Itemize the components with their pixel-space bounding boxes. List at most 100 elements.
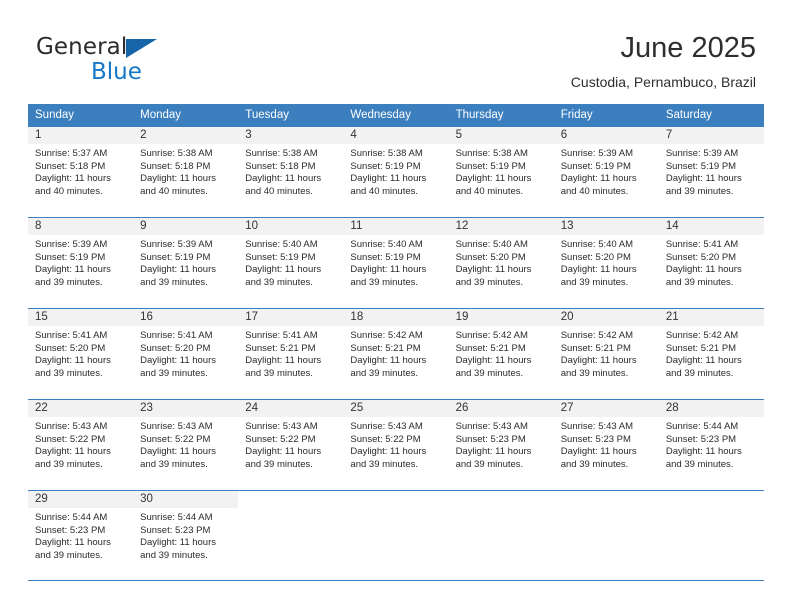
calendar-day-cell[interactable]: 1 Sunrise: 5:37 AM Sunset: 5:18 PM Daylight… — [28, 126, 134, 218]
day-sun-info: Sunrise: 5:42 AM Sunset: 5:21 PM Daylight:… — [659, 326, 764, 380]
day-cell-content: 1 Sunrise: 5:37 AM Sunset: 5:18 PM Daylight… — [28, 127, 134, 217]
sunrise-time: Sunrise: 5:39 AM — [140, 239, 213, 250]
calendar-day-cell[interactable]: 25 Sunrise: 5:43 AM Sunset: 5:22 PM Dayligh… — [343, 399, 449, 491]
sunset-time: Sunset: 5:19 PM — [560, 160, 631, 172]
calendar-day-cell[interactable]: 2 Sunrise: 5:38 AM Sunset: 5:18 PM Daylight… — [133, 126, 239, 218]
day-sun-info: Sunrise: 5:37 AM Sunset: 5:18 PM Daylight:… — [28, 144, 133, 198]
calendar-week-row: 15 Sunrise: 5:41 AM Sunset: 5:20 PM Dayligh… — [28, 308, 764, 400]
calendar-day-cell[interactable]: 9 Sunrise: 5:39 AM Sunset: 5:19 PM Daylight… — [133, 217, 239, 309]
calendar-day-cell[interactable]: 22 Sunrise: 5:43 AM Sunset: 5:22 PM Dayligh… — [28, 399, 134, 491]
day-cell-content: 4 Sunrise: 5:38 AM Sunset: 5:19 PM Daylight… — [343, 127, 449, 217]
sunset-time: Sunset: 5:23 PM — [455, 433, 526, 445]
day-sun-info: Sunrise: 5:44 AM Sunset: 5:23 PM Daylight:… — [659, 417, 764, 471]
day-number — [449, 491, 554, 508]
day-cell-content: 17 Sunrise: 5:41 AM Sunset: 5:21 PM Dayligh… — [238, 309, 344, 399]
day-sun-info: Sunrise: 5:44 AM Sunset: 5:23 PM Daylight:… — [133, 508, 238, 562]
calendar-day-cell[interactable]: 8 Sunrise: 5:39 AM Sunset: 5:19 PM Daylight… — [28, 217, 134, 309]
calendar-day-cell[interactable]: 6 Sunrise: 5:39 AM Sunset: 5:19 PM Daylight… — [553, 126, 659, 218]
calendar-day-cell[interactable]: 28 Sunrise: 5:44 AM Sunset: 5:23 PM Dayligh… — [658, 399, 764, 491]
day-cell-content: 8 Sunrise: 5:39 AM Sunset: 5:19 PM Daylight… — [28, 218, 134, 308]
calendar-day-cell[interactable]: 30 Sunrise: 5:44 AM Sunset: 5:23 PM Dayligh… — [133, 490, 239, 581]
daylight-duration-line1: Daylight: 11 hours — [245, 264, 322, 276]
daylight-duration-line2: and 39 minutes. — [350, 458, 419, 470]
sunrise-time: Sunrise: 5:43 AM — [560, 421, 634, 432]
day-cell-content: 26 Sunrise: 5:43 AM Sunset: 5:23 PM Dayligh… — [448, 400, 554, 490]
calendar-day-cell[interactable]: 29 Sunrise: 5:44 AM Sunset: 5:23 PM Dayligh… — [28, 490, 134, 581]
day-cell-content: 3 Sunrise: 5:38 AM Sunset: 5:18 PM Daylight… — [238, 127, 344, 217]
day-number: 23 — [133, 400, 239, 417]
sunrise-time: Sunrise: 5:42 AM — [665, 330, 739, 341]
calendar-day-cell[interactable]: 20 Sunrise: 5:42 AM Sunset: 5:21 PM Dayligh… — [553, 308, 659, 400]
sunrise-time: Sunrise: 5:44 AM — [665, 421, 739, 432]
day-number: 29 — [28, 491, 134, 508]
daylight-duration-line1: Daylight: 11 hours — [560, 355, 637, 367]
day-cell-content: 5 Sunrise: 5:38 AM Sunset: 5:19 PM Daylight… — [448, 127, 554, 217]
day-sun-info: Sunrise: 5:42 AM Sunset: 5:21 PM Daylight:… — [449, 326, 554, 380]
daylight-duration-line1: Daylight: 11 hours — [350, 446, 427, 458]
calendar-day-cell[interactable]: 11 Sunrise: 5:40 AM Sunset: 5:19 PM Dayligh… — [343, 217, 449, 309]
sunset-time: Sunset: 5:22 PM — [35, 433, 106, 445]
day-cell-content: 19 Sunrise: 5:42 AM Sunset: 5:21 PM Dayligh… — [448, 309, 554, 399]
day-cell-content — [554, 491, 659, 581]
calendar-day-cell[interactable]: 14 Sunrise: 5:41 AM Sunset: 5:20 PM Dayligh… — [658, 217, 764, 309]
day-number — [554, 491, 659, 508]
day-number: 15 — [28, 309, 134, 326]
calendar-day-cell[interactable]: 15 Sunrise: 5:41 AM Sunset: 5:20 PM Dayligh… — [28, 308, 134, 400]
day-sun-info: Sunrise: 5:39 AM Sunset: 5:19 PM Daylight:… — [133, 235, 238, 289]
calendar-day-cell[interactable]: 7 Sunrise: 5:39 AM Sunset: 5:19 PM Daylight… — [658, 126, 764, 218]
calendar-day-cell[interactable]: 26 Sunrise: 5:43 AM Sunset: 5:23 PM Dayligh… — [448, 399, 554, 491]
day-number: 17 — [238, 309, 344, 326]
daylight-duration-line2: and 39 minutes. — [665, 185, 734, 197]
day-number: 27 — [553, 400, 659, 417]
daylight-duration-line2: and 39 minutes. — [350, 367, 419, 379]
calendar-day-cell[interactable]: 16 Sunrise: 5:41 AM Sunset: 5:20 PM Dayligh… — [133, 308, 239, 400]
calendar-day-cell[interactable]: 21 Sunrise: 5:42 AM Sunset: 5:21 PM Dayligh… — [658, 308, 764, 400]
daylight-duration-line2: and 40 minutes. — [455, 185, 524, 197]
sunset-time: Sunset: 5:19 PM — [140, 251, 211, 263]
daylight-duration-line2: and 39 minutes. — [560, 458, 629, 470]
day-cell-content: 23 Sunrise: 5:43 AM Sunset: 5:22 PM Dayligh… — [133, 400, 239, 490]
sunrise-time: Sunrise: 5:39 AM — [665, 148, 739, 159]
day-number: 3 — [238, 127, 344, 144]
day-number: 14 — [658, 218, 764, 235]
calendar-day-cell[interactable]: 18 Sunrise: 5:42 AM Sunset: 5:21 PM Dayligh… — [343, 308, 449, 400]
day-number: 10 — [238, 218, 344, 235]
sunrise-time: Sunrise: 5:43 AM — [245, 421, 318, 432]
generalblue-logo[interactable]: General Blue — [36, 34, 236, 86]
daylight-duration-line1: Daylight: 11 hours — [665, 264, 742, 276]
calendar-day-cell[interactable]: 27 Sunrise: 5:43 AM Sunset: 5:23 PM Dayligh… — [553, 399, 659, 491]
calendar-day-cell[interactable]: 24 Sunrise: 5:43 AM Sunset: 5:22 PM Dayligh… — [238, 399, 344, 491]
calendar-day-cell[interactable]: 17 Sunrise: 5:41 AM Sunset: 5:21 PM Dayligh… — [238, 308, 344, 400]
day-cell-content — [659, 491, 764, 581]
daylight-duration-line2: and 39 minutes. — [140, 458, 208, 470]
day-cell-content: 15 Sunrise: 5:41 AM Sunset: 5:20 PM Dayligh… — [28, 309, 134, 399]
calendar-day-cell[interactable]: 23 Sunrise: 5:43 AM Sunset: 5:22 PM Dayligh… — [133, 399, 239, 491]
daylight-duration-line2: and 39 minutes. — [35, 458, 103, 470]
daylight-duration-line2: and 39 minutes. — [140, 367, 208, 379]
day-sun-info: Sunrise: 5:40 AM Sunset: 5:20 PM Daylight:… — [554, 235, 659, 289]
day-number: 28 — [658, 400, 764, 417]
calendar-day-cell[interactable]: 12 Sunrise: 5:40 AM Sunset: 5:20 PM Dayligh… — [448, 217, 554, 309]
sunrise-time: Sunrise: 5:43 AM — [350, 421, 423, 432]
calendar-day-cell[interactable]: 4 Sunrise: 5:38 AM Sunset: 5:19 PM Daylight… — [343, 126, 449, 218]
sunrise-time: Sunrise: 5:39 AM — [560, 148, 634, 159]
calendar-day-cell[interactable]: 13 Sunrise: 5:40 AM Sunset: 5:20 PM Dayligh… — [553, 217, 659, 309]
day-cell-content — [343, 491, 448, 581]
sunrise-time: Sunrise: 5:40 AM — [350, 239, 423, 250]
calendar-day-cell[interactable]: 5 Sunrise: 5:38 AM Sunset: 5:19 PM Daylight… — [448, 126, 554, 218]
day-cell-content: 18 Sunrise: 5:42 AM Sunset: 5:21 PM Dayligh… — [343, 309, 449, 399]
calendar-day-cell[interactable]: 3 Sunrise: 5:38 AM Sunset: 5:18 PM Daylight… — [238, 126, 344, 218]
sunrise-time: Sunrise: 5:40 AM — [245, 239, 318, 250]
calendar-day-cell[interactable]: 10 Sunrise: 5:40 AM Sunset: 5:19 PM Dayligh… — [238, 217, 344, 309]
page-title: June 2025 — [620, 32, 756, 64]
sunrise-time: Sunrise: 5:38 AM — [140, 148, 213, 159]
calendar-week-row: 22 Sunrise: 5:43 AM Sunset: 5:22 PM Dayligh… — [28, 399, 764, 491]
sunset-time: Sunset: 5:19 PM — [245, 251, 316, 263]
daylight-duration-line1: Daylight: 11 hours — [350, 355, 427, 367]
day-cell-content: 11 Sunrise: 5:40 AM Sunset: 5:19 PM Dayligh… — [343, 218, 449, 308]
sunrise-time: Sunrise: 5:44 AM — [140, 512, 213, 523]
day-cell-content: 28 Sunrise: 5:44 AM Sunset: 5:23 PM Dayligh… — [658, 400, 764, 490]
daylight-duration-line2: and 40 minutes. — [350, 185, 419, 197]
day-cell-content: 7 Sunrise: 5:39 AM Sunset: 5:19 PM Daylight… — [658, 127, 764, 217]
calendar-day-cell[interactable]: 19 Sunrise: 5:42 AM Sunset: 5:21 PM Dayligh… — [448, 308, 554, 400]
